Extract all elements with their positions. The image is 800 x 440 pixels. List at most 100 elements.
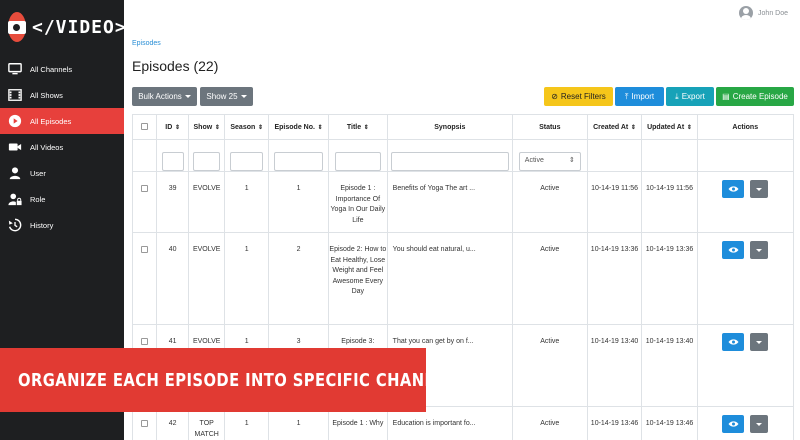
- column-header-season[interactable]: Season ⇕: [224, 114, 270, 140]
- column-header-id[interactable]: ID ⇕: [156, 114, 190, 140]
- id-filter-input[interactable]: [161, 152, 184, 171]
- row-checkbox[interactable]: [141, 184, 149, 192]
- sort-icon: ⇕: [629, 124, 636, 131]
- episode-filter-input[interactable]: [274, 152, 324, 171]
- sidebar-item-label: All Channels: [30, 64, 73, 74]
- breadcrumb[interactable]: Episodes: [132, 40, 161, 47]
- row-checkbox[interactable]: [141, 419, 149, 427]
- monitor-icon: [8, 62, 22, 76]
- sidebar-item-all-shows[interactable]: All Shows: [0, 82, 124, 108]
- view-button[interactable]: [722, 333, 745, 351]
- cell-updated-at: 10-14-19 13:40: [641, 324, 698, 407]
- cell-status: Active: [511, 171, 588, 233]
- row-actions-dropdown[interactable]: [750, 415, 769, 433]
- status-filter-select[interactable]: Active ⇕: [518, 152, 581, 171]
- view-button[interactable]: [722, 180, 745, 198]
- cell-updated-at: 10-14-19 13:36: [641, 232, 698, 325]
- user-icon: [8, 166, 22, 180]
- show-filter-input[interactable]: [193, 152, 221, 171]
- sort-icon: ⇕: [685, 124, 692, 131]
- eye-icon: [728, 247, 739, 253]
- view-button[interactable]: [722, 241, 745, 259]
- promo-banner-text: ORGANIZE EACH EPISODE INTO SPECIFIC CHAN…: [18, 369, 469, 391]
- caret-down-icon: [756, 422, 763, 426]
- ban-icon: ⊘: [551, 92, 558, 101]
- table-header-row: ID ⇕ Show ⇕ Season ⇕ Episode No. ⇕ Title…: [131, 114, 795, 140]
- sidebar-item-history[interactable]: History: [0, 212, 124, 238]
- cell-show: EVOLVE: [188, 171, 226, 233]
- cell-id: 40: [156, 232, 190, 325]
- sidebar-item-role[interactable]: Role: [0, 186, 124, 212]
- row-actions-dropdown[interactable]: [750, 333, 769, 351]
- select-arrows-icon: ⇕: [568, 157, 575, 165]
- cell-synopsis: Benefits of Yoga The art ...: [386, 171, 513, 233]
- cell-episode: 2: [268, 232, 329, 325]
- reset-filters-label: Reset Filters: [560, 92, 606, 101]
- sort-icon: ⇕: [362, 124, 369, 131]
- history-icon: [8, 218, 22, 232]
- sidebar-item-all-videos[interactable]: All Videos: [0, 134, 124, 160]
- import-button[interactable]: ⤒ Import: [615, 87, 664, 106]
- cell-created-at: 10-14-19 13:40: [586, 324, 643, 407]
- eye-icon: [728, 186, 739, 192]
- cell-updated-at: 10-14-19 13:46: [641, 406, 698, 440]
- avatar-icon: [739, 6, 754, 20]
- export-label: Export: [681, 92, 705, 101]
- cell-status: Active: [511, 324, 588, 407]
- sidebar-item-label: All Videos: [30, 142, 64, 152]
- season-filter-input[interactable]: [230, 152, 264, 171]
- reset-filters-button[interactable]: ⊘ Reset Filters: [544, 87, 613, 106]
- row-checkbox[interactable]: [141, 337, 149, 345]
- row-actions-dropdown[interactable]: [750, 180, 769, 198]
- table-row: 39 EVOLVE 1 1 Episode 1 : Importance Of …: [131, 171, 795, 233]
- cell-created-at: 10-14-19 13:46: [586, 406, 643, 440]
- cell-episode: 1: [268, 171, 329, 233]
- play-circle-icon: [8, 114, 22, 128]
- cell-title: Episode 2: How to Eat Healthy, Lose Weig…: [328, 232, 388, 325]
- cell-id: 39: [156, 171, 190, 233]
- title-filter-input[interactable]: [334, 152, 381, 171]
- cell-show: EVOLVE: [188, 232, 226, 325]
- upload-icon: ⤒: [624, 91, 629, 101]
- sidebar-item-all-channels[interactable]: All Channels: [0, 56, 124, 82]
- select-all-cell[interactable]: [131, 114, 158, 140]
- bulk-actions-button[interactable]: Bulk Actions: [132, 87, 197, 106]
- column-header-created-at[interactable]: Created At ⇕: [586, 114, 643, 140]
- synopsis-filter-input[interactable]: [390, 152, 509, 171]
- row-actions-dropdown[interactable]: [750, 241, 769, 259]
- film-icon: [8, 88, 22, 102]
- row-checkbox[interactable]: [141, 245, 149, 253]
- cell-created-at: 10-14-19 13:36: [586, 232, 643, 325]
- column-header-synopsis: Synopsis: [386, 114, 513, 140]
- page-title: Episodes (22): [132, 58, 219, 74]
- caret-down-icon: [756, 248, 763, 252]
- sort-icon: ⇕: [213, 124, 220, 131]
- app-logo[interactable]: </VIDEO>: [0, 0, 126, 54]
- column-header-show[interactable]: Show ⇕: [188, 114, 226, 140]
- sort-icon: ⇕: [256, 124, 263, 131]
- show-per-page-button[interactable]: Show 25: [200, 87, 253, 106]
- camera-logo-icon: [8, 12, 26, 42]
- file-add-icon: ▤: [722, 92, 730, 101]
- export-button[interactable]: ⤓ Export: [666, 87, 714, 106]
- sidebar-item-user[interactable]: User: [0, 160, 124, 186]
- sidebar-item-label: User: [30, 168, 46, 178]
- cell-status: Active: [511, 406, 588, 440]
- column-header-updated-at[interactable]: Updated At ⇕: [641, 114, 698, 140]
- cell-status: Active: [511, 232, 588, 325]
- promo-banner: ORGANIZE EACH EPISODE INTO SPECIFIC CHAN…: [0, 348, 468, 412]
- sidebar-nav: All Channels All Shows All Episodes All …: [0, 56, 124, 238]
- sidebar-item-all-episodes[interactable]: All Episodes: [0, 108, 124, 134]
- show-per-page-label: Show 25: [206, 92, 238, 101]
- bulk-actions-label: Bulk Actions: [138, 92, 182, 101]
- select-all-checkbox[interactable]: [141, 123, 149, 131]
- sort-icon: ⇕: [315, 124, 323, 131]
- column-header-status: Status: [511, 114, 588, 140]
- create-episode-label: Create Episode: [732, 92, 788, 101]
- user-name: John Doe: [758, 9, 788, 17]
- column-header-episode-no[interactable]: Episode No. ⇕: [268, 114, 329, 140]
- create-episode-button[interactable]: ▤ Create Episode: [716, 87, 794, 106]
- user-menu[interactable]: John Doe: [739, 6, 788, 20]
- view-button[interactable]: [722, 415, 745, 433]
- column-header-title[interactable]: Title ⇕: [328, 114, 388, 140]
